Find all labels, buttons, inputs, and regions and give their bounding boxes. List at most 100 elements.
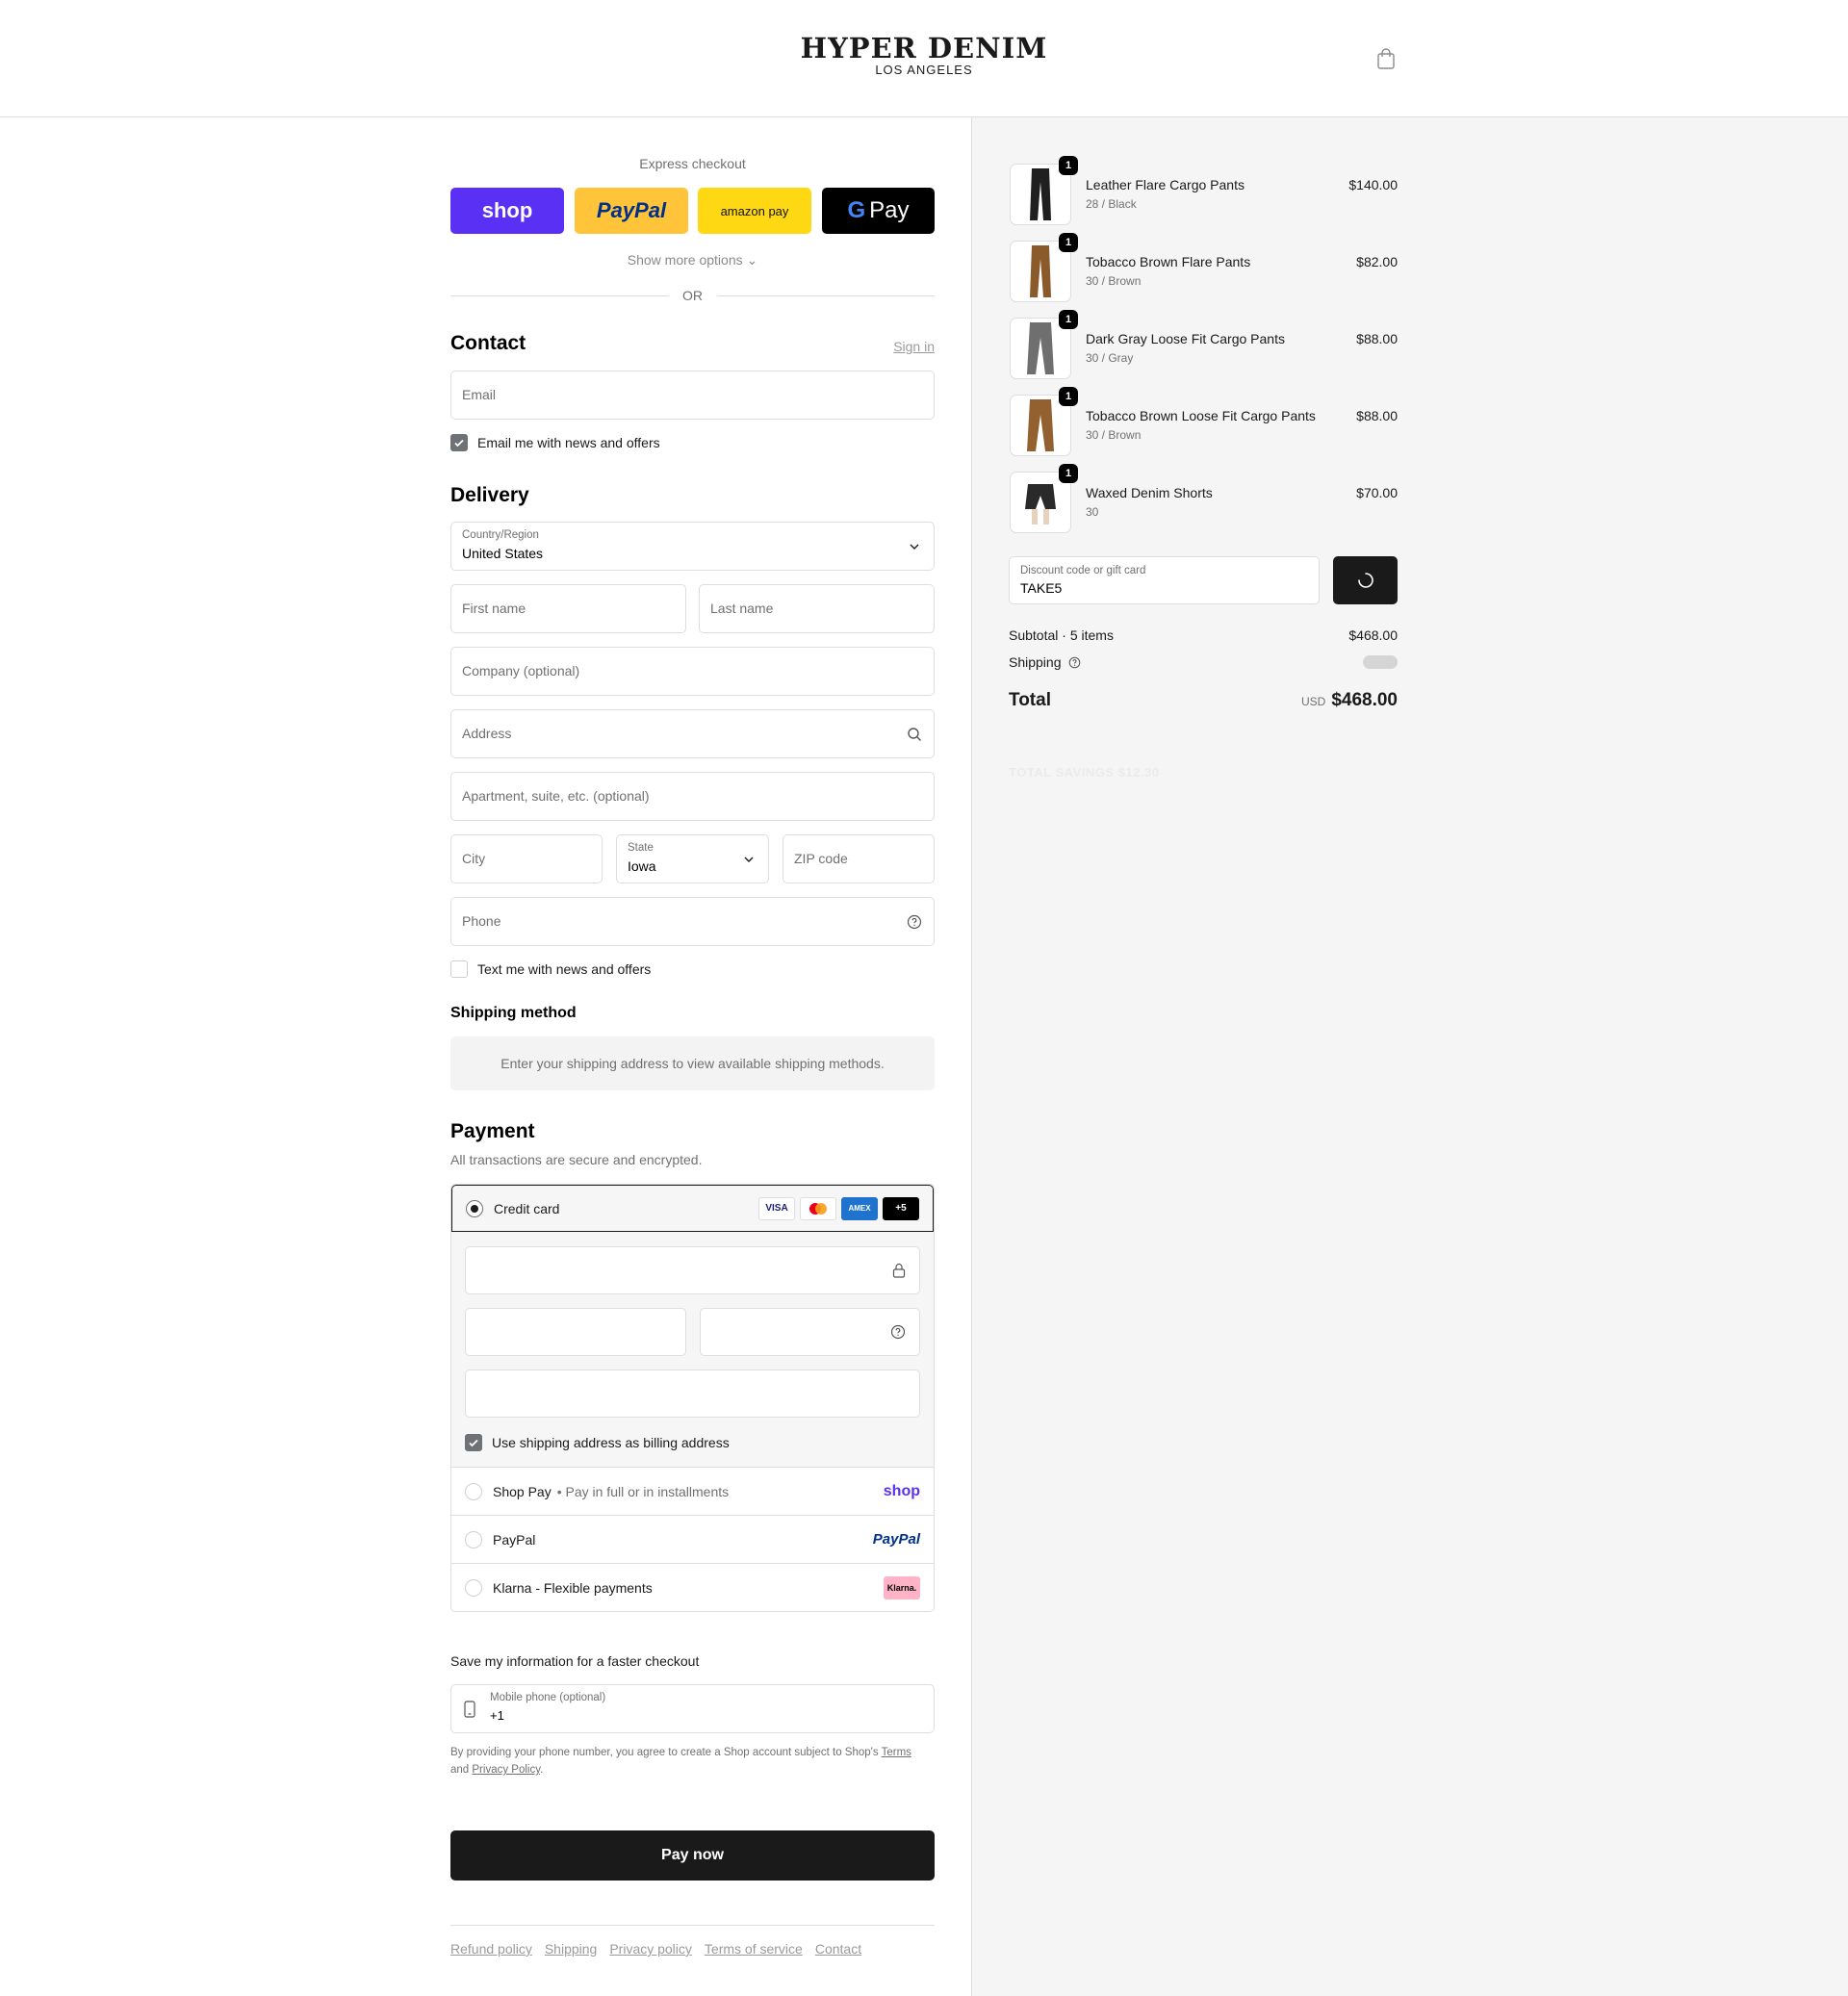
last-name-placeholder: Last name [710, 601, 774, 616]
subtotal-label: Subtotal · 5 items [1009, 627, 1114, 643]
klarna-logo: Klarna. [884, 1576, 920, 1599]
amazon-pay-logo: amazon pay [720, 203, 789, 218]
address-placeholder: Address [462, 726, 512, 741]
mobile-phone-field[interactable]: Mobile phone (optional) +1 [450, 1684, 935, 1733]
sign-in-link[interactable]: Sign in [893, 339, 935, 354]
item-name: Dark Gray Loose Fit Cargo Pants [1086, 331, 1285, 346]
state-select[interactable]: State Iowa [616, 834, 769, 883]
refund-policy-link[interactable]: Refund policy [450, 1941, 532, 1957]
country-label: Country/Region [462, 529, 539, 541]
order-item: 1 Dark Gray Loose Fit Cargo Pants 30 / G… [1010, 310, 1398, 379]
show-more-options-link[interactable]: Show more options ⌄ [450, 252, 935, 269]
apartment-placeholder: Apartment, suite, etc. (optional) [462, 788, 650, 804]
shopping-bag-icon[interactable] [1376, 48, 1396, 69]
email-news-checkbox[interactable]: Email me with news and offers [450, 434, 660, 451]
quantity-badge: 1 [1059, 387, 1078, 406]
more-cards-badge: +5 [883, 1196, 919, 1220]
address-field[interactable]: Address [450, 709, 935, 758]
shop-pay-express-button[interactable]: shop [450, 188, 564, 234]
terms-link[interactable]: Terms [882, 1747, 911, 1758]
help-icon[interactable] [907, 914, 922, 930]
shop-policy-text: By providing your phone number, you agre… [450, 1744, 935, 1778]
apply-discount-button[interactable] [1333, 556, 1398, 604]
billing-address-checkbox[interactable]: Use shipping address as billing address [465, 1434, 730, 1451]
paypal-option[interactable]: PayPal PayPal [451, 1516, 934, 1564]
privacy-policy-footer-link[interactable]: Privacy policy [609, 1941, 692, 1957]
shop-pay-option[interactable]: Shop Pay • Pay in full or in installments… [451, 1468, 934, 1516]
credit-card-option[interactable]: Credit card VISA AMEX +5 [451, 1185, 934, 1232]
quantity-badge: 1 [1059, 310, 1078, 329]
save-info-heading: Save my information for a faster checkou… [450, 1653, 700, 1669]
city-field[interactable]: City [450, 834, 603, 883]
credit-card-radio[interactable] [466, 1199, 483, 1217]
text-news-label: Text me with news and offers [477, 961, 652, 977]
shipping-policy-link[interactable]: Shipping [545, 1941, 598, 1957]
paypal-radio[interactable] [465, 1530, 482, 1548]
paypal-label: PayPal [493, 1531, 536, 1548]
item-variant: 30 [1086, 505, 1099, 519]
chevron-down-icon [910, 544, 919, 550]
footer-links: Refund policy Shipping Privacy policy Te… [450, 1941, 861, 1957]
company-placeholder: Company (optional) [462, 663, 580, 678]
mobile-phone-label: Mobile phone (optional) [490, 1692, 606, 1703]
email-placeholder: Email [462, 387, 497, 402]
text-news-checkbox[interactable]: Text me with news and offers [450, 960, 651, 978]
logo-subtitle: LOS ANGELES [875, 63, 973, 77]
amazon-pay-express-button[interactable]: amazon pay [698, 188, 811, 234]
first-name-field[interactable]: First name [450, 584, 686, 633]
checkbox-checked[interactable] [450, 434, 468, 451]
credit-card-label: Credit card [494, 1200, 560, 1216]
shop-pay-logo: shop [481, 198, 533, 222]
help-icon[interactable] [1068, 656, 1081, 669]
privacy-policy-link[interactable]: Privacy Policy [472, 1764, 540, 1776]
contact-link[interactable]: Contact [815, 1941, 861, 1957]
google-pay-express-button[interactable]: G Pay [822, 188, 935, 234]
card-number-field[interactable] [465, 1246, 920, 1294]
order-item: 1 Leather Flare Cargo Pants 28 / Black $… [1010, 156, 1398, 225]
state-value: Iowa [628, 858, 656, 874]
email-field[interactable]: Email [450, 371, 935, 420]
mobile-phone-icon [464, 1701, 475, 1718]
policy-period: . [540, 1764, 544, 1776]
country-select[interactable]: Country/Region United States [450, 522, 935, 571]
item-name: Tobacco Brown Flare Pants [1086, 254, 1251, 269]
pay-now-button[interactable]: Pay now [450, 1830, 935, 1881]
total-row: Total USD $468.00 [1009, 690, 1398, 711]
item-variant: 30 / Brown [1086, 428, 1142, 442]
klarna-option[interactable]: Klarna - Flexible payments Klarna. [451, 1564, 934, 1611]
terms-of-service-link[interactable]: Terms of service [705, 1941, 803, 1957]
order-item: 1 Tobacco Brown Flare Pants 30 / Brown $… [1010, 233, 1398, 302]
chevron-down-icon [744, 857, 754, 862]
checkbox-unchecked[interactable] [450, 960, 468, 978]
policy-and: and [450, 1764, 470, 1776]
item-price: $70.00 [1356, 485, 1398, 500]
paypal-express-button[interactable]: PayPal [575, 188, 688, 234]
paypal-logo: PayPal [596, 198, 667, 222]
last-name-field[interactable]: Last name [699, 584, 935, 633]
expiration-field[interactable] [465, 1308, 686, 1356]
phone-field[interactable]: Phone [450, 897, 935, 946]
email-news-label: Email me with news and offers [477, 435, 660, 450]
subtotal-row: Subtotal · 5 items $468.00 [1009, 627, 1398, 643]
order-item: 1 Waxed Denim Shorts 30 $70.00 [1010, 464, 1398, 533]
zip-field[interactable]: ZIP code [783, 834, 935, 883]
discount-code-field[interactable]: Discount code or gift card TAKE5 [1009, 556, 1320, 604]
help-icon[interactable] [890, 1324, 906, 1340]
card-brand-icons: VISA AMEX +5 [758, 1196, 919, 1220]
item-variant: 30 / Brown [1086, 274, 1142, 288]
company-field[interactable]: Company (optional) [450, 647, 935, 696]
quantity-badge: 1 [1059, 156, 1078, 175]
quantity-badge: 1 [1059, 464, 1078, 483]
item-name: Leather Flare Cargo Pants [1086, 177, 1245, 192]
apartment-field[interactable]: Apartment, suite, etc. (optional) [450, 772, 935, 821]
checkbox-checked[interactable] [465, 1434, 482, 1451]
name-on-card-field[interactable] [465, 1369, 920, 1418]
express-checkout-label: Express checkout [639, 156, 746, 171]
security-code-field[interactable] [700, 1308, 920, 1356]
credit-card-form: Use shipping address as billing address [451, 1232, 934, 1468]
discount-code-value: TAKE5 [1020, 580, 1063, 596]
store-logo[interactable]: HYPER DENIM LOS ANGELES [0, 33, 1848, 77]
shop-pay-radio[interactable] [465, 1482, 482, 1500]
subtotal-value: $468.00 [1348, 627, 1398, 643]
klarna-radio[interactable] [465, 1579, 482, 1597]
